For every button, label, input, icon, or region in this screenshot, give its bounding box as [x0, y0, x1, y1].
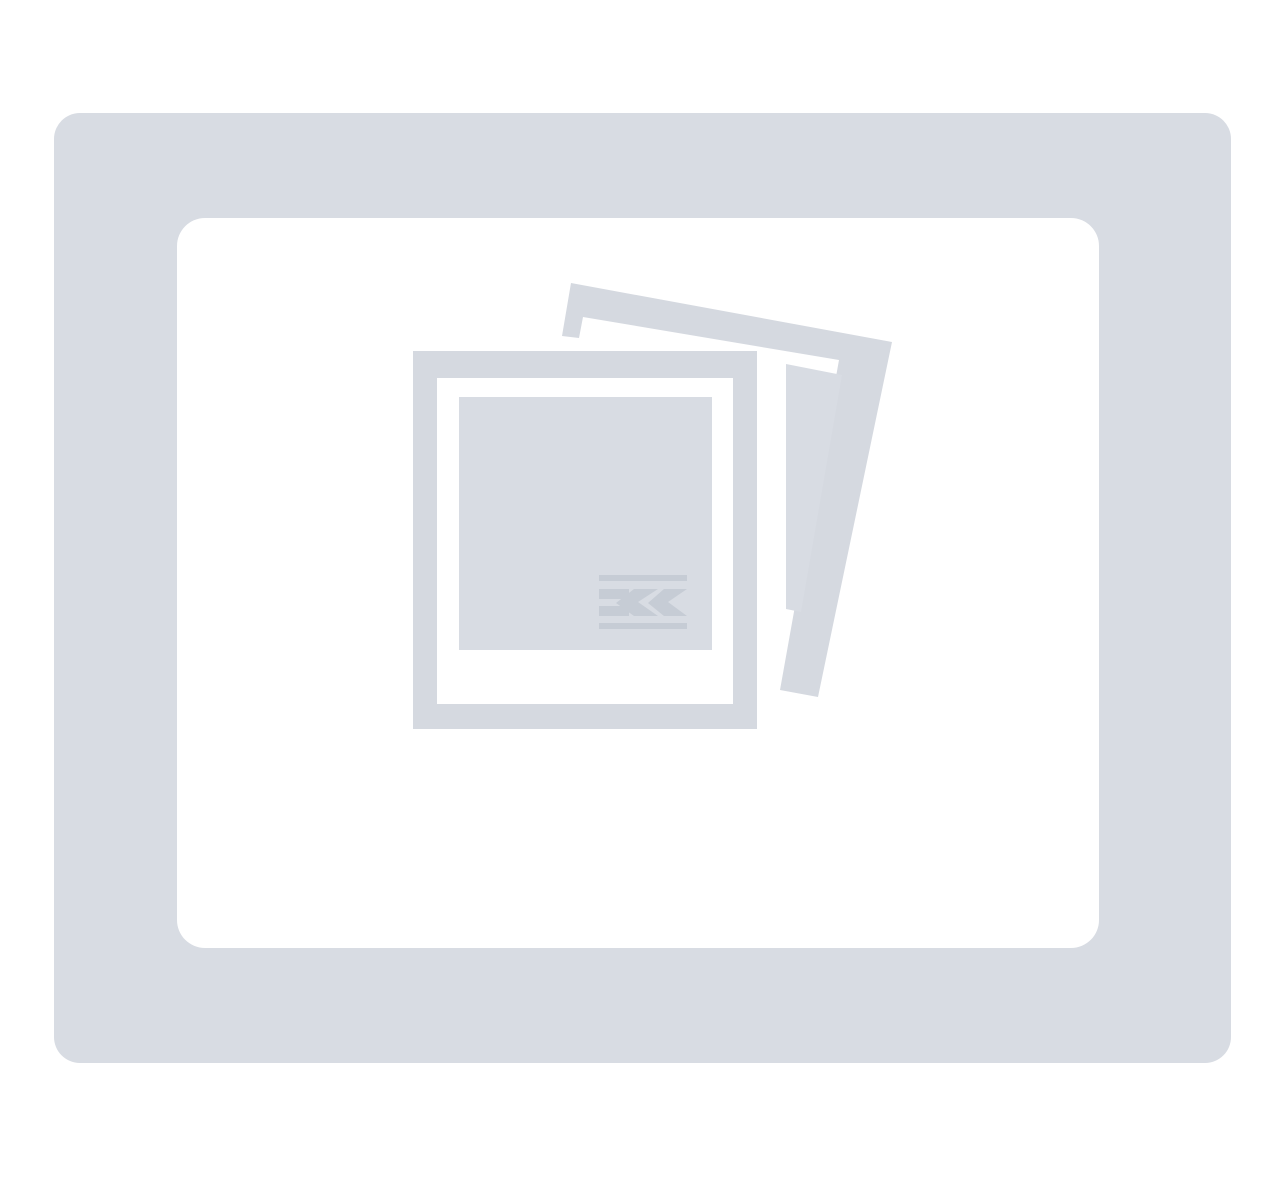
placeholder-panel	[177, 218, 1099, 948]
image-placeholder	[0, 0, 1285, 1200]
